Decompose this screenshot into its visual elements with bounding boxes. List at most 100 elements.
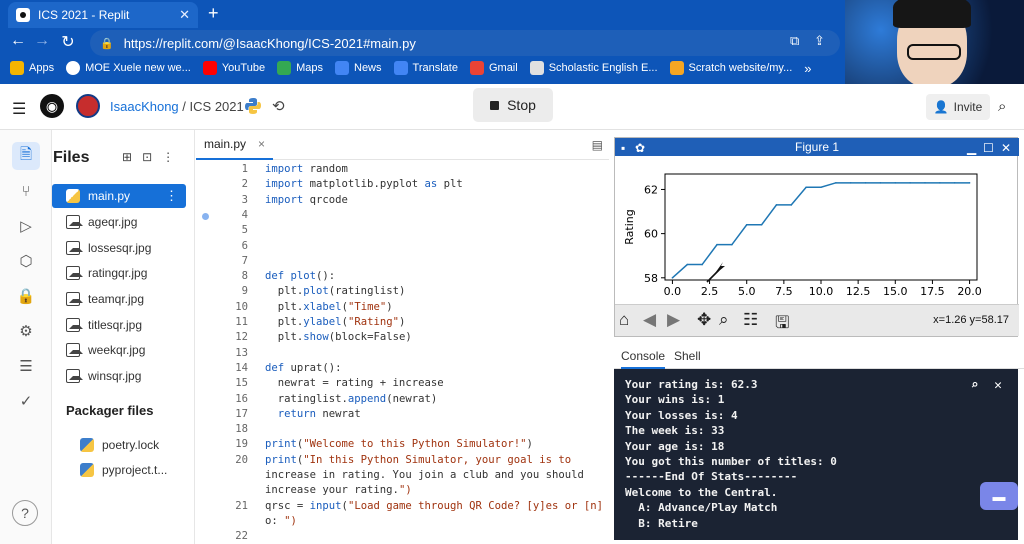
tab-console[interactable]: Console bbox=[621, 349, 666, 369]
bookmark-scholastic[interactable]: Scholastic English E... bbox=[529, 61, 658, 75]
invite-button[interactable]: 👤 Invite bbox=[926, 94, 990, 120]
file-item-weekqr[interactable]: weekqr.jpg bbox=[52, 338, 186, 362]
settings-gear-icon[interactable]: ⚙ bbox=[12, 317, 40, 345]
file-item-winsqr[interactable]: winsqr.jpg bbox=[52, 364, 186, 388]
file-item-titlesqr[interactable]: titlesqr.jpg bbox=[52, 313, 186, 337]
bookmark-moe[interactable]: MOE Xuele new we... bbox=[66, 61, 191, 75]
add-file-icon[interactable]: ⊞ bbox=[122, 150, 142, 164]
python-language-icon bbox=[245, 98, 261, 114]
close-icon[interactable]: × bbox=[258, 137, 265, 151]
console-line: ------End Of Stats-------- bbox=[625, 470, 798, 484]
file-item-poetry-lock[interactable]: poetry.lock bbox=[52, 433, 186, 457]
help-icon[interactable]: ? bbox=[12, 500, 38, 526]
code-line[interactable]: import qrcode bbox=[265, 194, 348, 206]
address-bar[interactable]: 🔒 https://replit.com/@IsaacKhong/ICS-202… bbox=[90, 30, 840, 56]
code-line[interactable]: print("Welcome to this Python Simulator!… bbox=[265, 438, 533, 450]
close-tab-icon[interactable]: ✕ bbox=[179, 7, 190, 23]
tab-title: ICS 2021 - Replit bbox=[38, 8, 130, 22]
search-icon[interactable]: ⌕ bbox=[998, 98, 1006, 115]
file-item-main-py[interactable]: main.py ⋮ bbox=[52, 184, 186, 208]
more-options-icon[interactable]: ⋮ bbox=[162, 150, 184, 164]
bookmark-translate[interactable]: Translate bbox=[393, 61, 458, 75]
tab-shell[interactable]: Shell bbox=[674, 349, 701, 363]
forward-icon[interactable]: → bbox=[32, 32, 52, 50]
close-window-icon[interactable]: ✕ bbox=[1001, 139, 1011, 157]
code-line[interactable]: return newrat bbox=[265, 408, 361, 420]
back-arrow-icon[interactable]: ◀ bbox=[643, 310, 656, 330]
menu-icon[interactable]: ☰ bbox=[12, 99, 26, 119]
replit-logo-icon[interactable]: ◉ bbox=[40, 94, 64, 118]
stop-button[interactable]: Stop bbox=[473, 88, 553, 122]
console-line: Your wins is: 1 bbox=[625, 393, 725, 407]
add-folder-icon[interactable]: ⊡ bbox=[142, 150, 162, 164]
code-line[interactable]: def plot(): bbox=[265, 270, 335, 282]
window-menu-icon[interactable]: ▪ bbox=[621, 139, 625, 157]
tab-main-py[interactable]: main.py × bbox=[196, 130, 274, 160]
breakpoint-dot[interactable] bbox=[202, 212, 209, 220]
bookmark-youtube[interactable]: YouTube bbox=[202, 61, 265, 75]
file-item-ratingqr[interactable]: ratingqr.jpg bbox=[52, 261, 186, 285]
chat-icon[interactable]: ▬ bbox=[980, 482, 1018, 510]
maximize-icon[interactable]: ☐ bbox=[983, 139, 994, 157]
code-line[interactable]: qrsc = input("Load game through QR Code?… bbox=[265, 500, 603, 512]
file-item-lossesqr[interactable]: lossesqr.jpg bbox=[52, 236, 186, 260]
data-point bbox=[879, 182, 882, 184]
new-tab-icon[interactable]: + bbox=[208, 3, 219, 24]
rating-chart[interactable]: 0.0 2.5 5.0 7.5 10.0 12.5 15.0 17.5 20.0 58 60 62 Ra… bbox=[615, 156, 1017, 304]
format-icon[interactable]: ▤ bbox=[592, 138, 603, 152]
user-avatar[interactable] bbox=[76, 94, 100, 118]
line-number: 11 bbox=[235, 316, 248, 328]
bookmark-scratch[interactable]: Scratch website/my... bbox=[669, 61, 792, 75]
code-line[interactable]: increase your rating.") bbox=[265, 484, 412, 496]
version-control-icon[interactable]: ⑂ bbox=[12, 177, 40, 205]
file-item-pyproject[interactable]: pyproject.t... bbox=[52, 458, 186, 482]
history-icon[interactable]: ⟲ bbox=[272, 97, 285, 115]
share-icon[interactable]: ⇪ bbox=[814, 33, 825, 49]
bookmark-gmail[interactable]: Gmail bbox=[469, 61, 518, 75]
breadcrumb-user[interactable]: IsaacKhong bbox=[110, 99, 179, 114]
code-line[interactable]: print("In this Python Simulator, your go… bbox=[265, 454, 571, 466]
code-line[interactable]: import random bbox=[265, 163, 348, 175]
browser-tab[interactable]: ICS 2021 - Replit ✕ bbox=[8, 2, 198, 28]
back-icon[interactable]: ← bbox=[8, 32, 28, 50]
code-line[interactable]: plt.xlabel("Time") bbox=[265, 301, 393, 313]
code-line[interactable]: increase in rating. You join a club and … bbox=[265, 469, 584, 481]
zoom-icon[interactable]: ⌕ bbox=[719, 310, 729, 330]
line-number: 18 bbox=[235, 423, 248, 436]
close-icon[interactable]: ✕ bbox=[994, 378, 1002, 393]
secrets-lock-icon[interactable]: 🔒 bbox=[12, 282, 40, 310]
code-line[interactable]: plt.show(block=False) bbox=[265, 331, 412, 343]
minimize-icon[interactable]: ▁ bbox=[967, 139, 976, 157]
home-icon[interactable]: ⌂ bbox=[619, 310, 629, 330]
forward-arrow-icon[interactable]: ▶ bbox=[667, 310, 680, 330]
code-line[interactable]: plt.plot(ratinglist) bbox=[265, 285, 406, 297]
checkmark-icon[interactable]: ✓ bbox=[12, 387, 40, 415]
code-line[interactable]: def uprat(): bbox=[265, 362, 342, 374]
files-tool-icon[interactable]: 🗎 bbox=[12, 142, 40, 170]
breadcrumb-project[interactable]: ICS 2021 bbox=[190, 99, 244, 114]
code-line[interactable]: o: ") bbox=[265, 515, 297, 527]
configure-subplots-icon[interactable]: ☷ bbox=[743, 310, 758, 330]
line-number: 14 bbox=[235, 361, 248, 374]
code-area[interactable]: 1 import random 2 import matplotlib.pyplot … bbox=[196, 163, 609, 544]
file-item-teamqr[interactable]: teamqr.jpg bbox=[52, 287, 186, 311]
reload-icon[interactable]: ↻ bbox=[58, 32, 78, 52]
more-bookmarks-icon[interactable]: » bbox=[804, 61, 811, 76]
open-in-app-icon[interactable]: ⧉ bbox=[790, 33, 799, 49]
save-icon[interactable]: 🖫 bbox=[775, 310, 789, 339]
console-output[interactable]: ⌕ ✕ Your rating is: 62.3 Your wins is: 1Y… bbox=[614, 369, 1018, 540]
code-line[interactable]: newrat = rating + increase bbox=[265, 377, 444, 389]
file-item-ageqr[interactable]: ageqr.jpg bbox=[52, 210, 186, 234]
bookmark-apps[interactable]: Apps bbox=[10, 61, 54, 75]
database-icon[interactable]: ☰ bbox=[12, 352, 40, 380]
code-line[interactable]: plt.ylabel("Rating") bbox=[265, 316, 406, 328]
code-line[interactable]: ratinglist.append(newrat) bbox=[265, 393, 437, 405]
code-line[interactable]: import matplotlib.pyplot as plt bbox=[265, 178, 463, 190]
debugger-icon[interactable]: ▷ bbox=[12, 212, 40, 240]
packages-icon[interactable]: ⬡ bbox=[12, 247, 40, 275]
bookmark-maps[interactable]: Maps bbox=[277, 61, 323, 75]
bookmark-news[interactable]: News bbox=[335, 61, 382, 75]
file-options-icon[interactable]: ⋮ bbox=[165, 188, 178, 204]
pan-icon[interactable]: ✥ bbox=[697, 310, 711, 330]
search-icon[interactable]: ⌕ bbox=[971, 378, 979, 393]
